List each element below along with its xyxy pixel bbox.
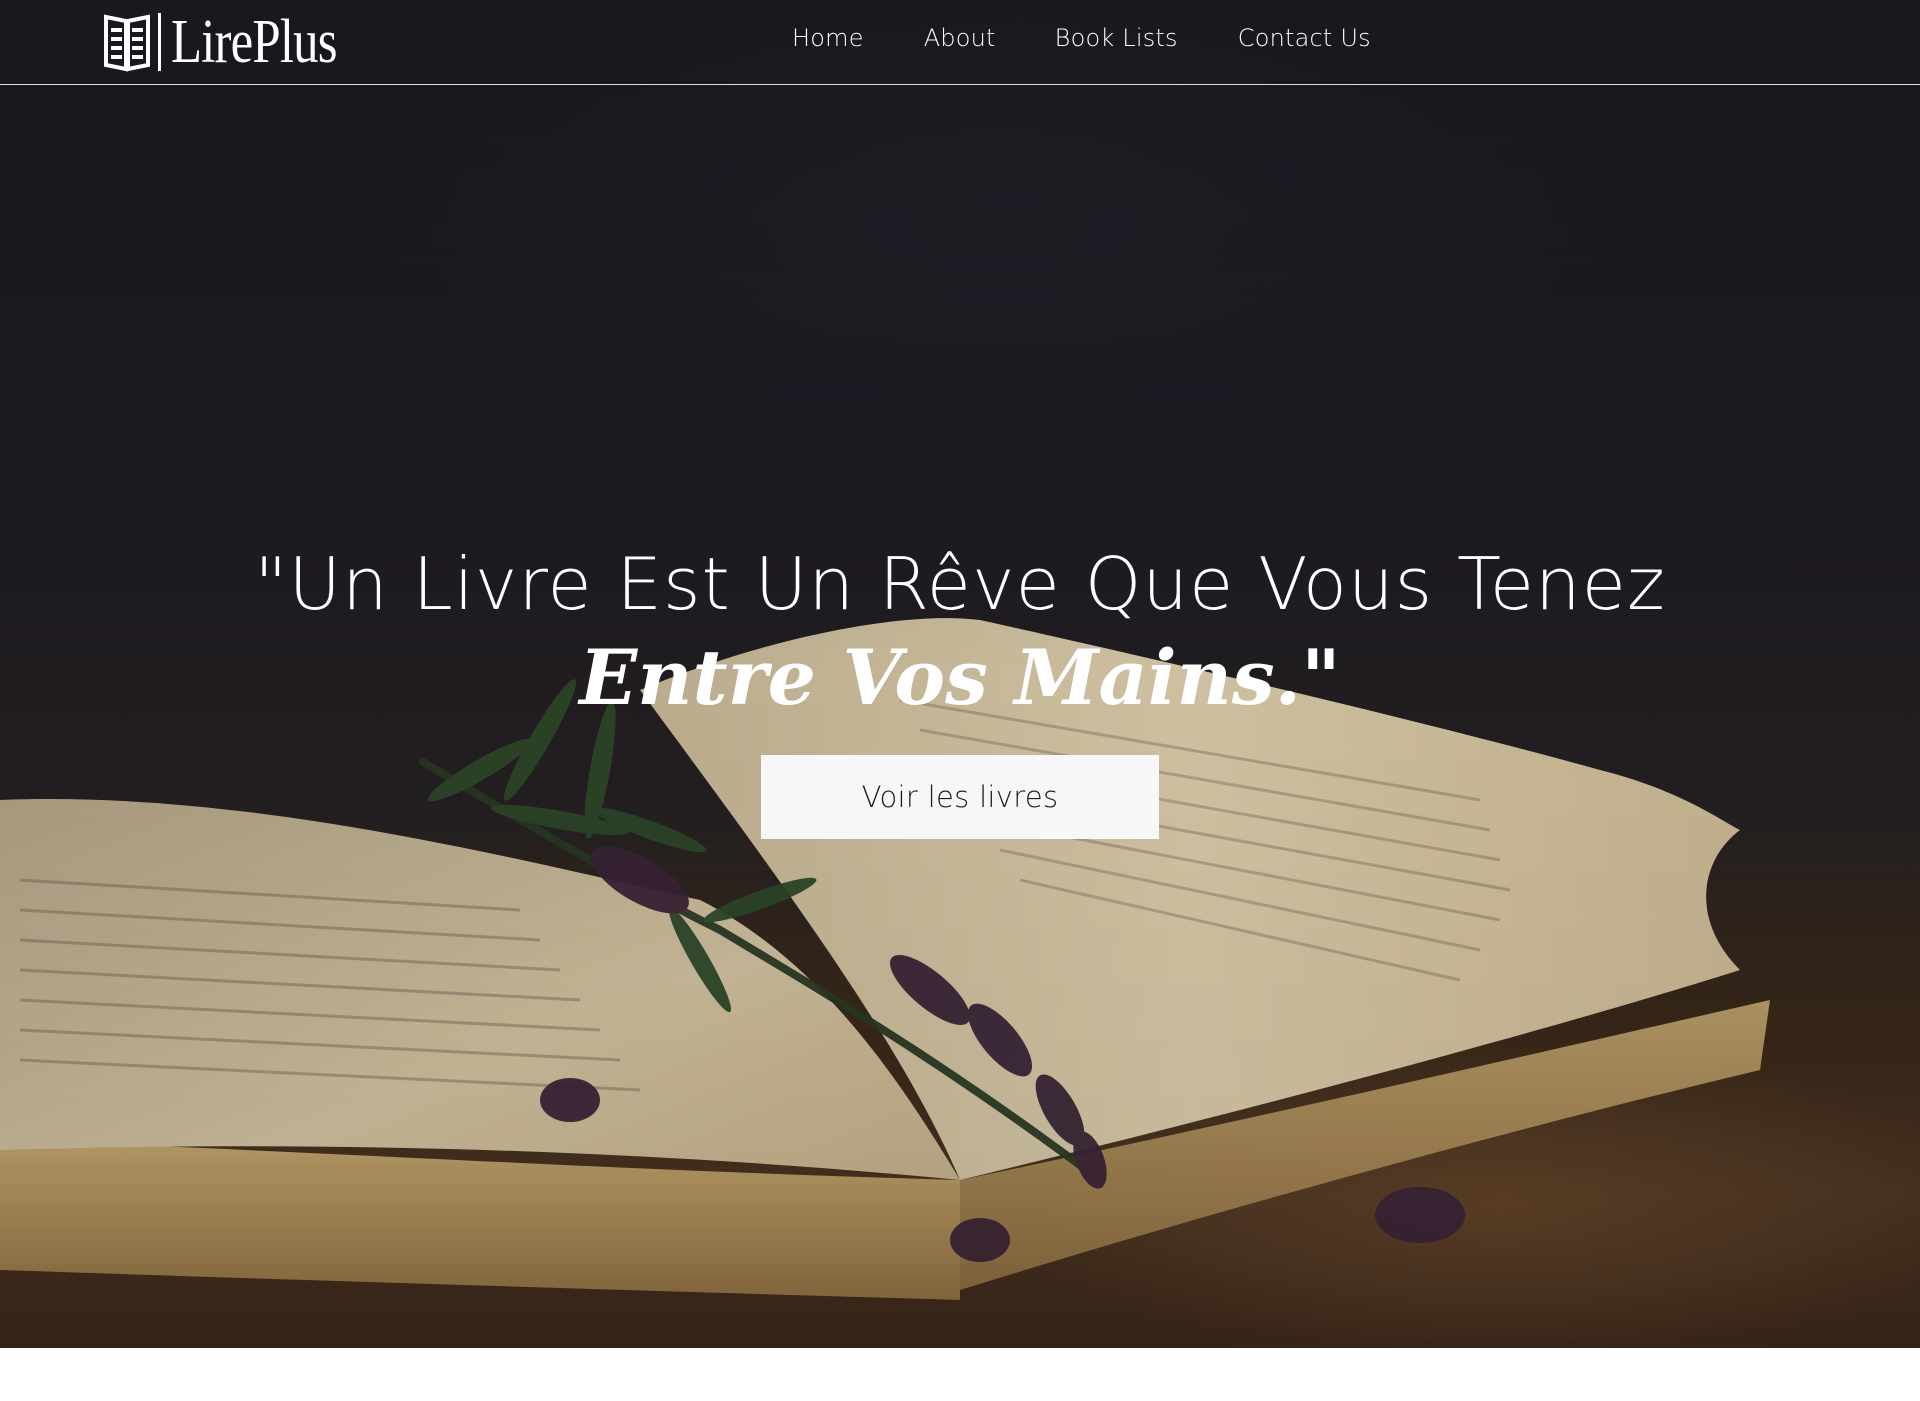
brand-divider [158,13,161,71]
nav-menu: Home About Book Lists Contact Us [792,24,1371,52]
hero-content: "Un Livre Est Un Rêve Que Vous Tenez Ent… [0,540,1920,839]
nav-item-book-lists: Book Lists [1055,24,1178,52]
nav-item-about: About [924,24,996,52]
hero-quote-line-1: "Un Livre Est Un Rêve Que Vous Tenez [254,542,1666,626]
navbar: LirePlus Home About Book Lists Contact U… [0,0,1920,85]
nav-item-contact-us: Contact Us [1238,24,1371,52]
open-book-icon [104,11,150,73]
nav-link-book-lists[interactable]: Book Lists [1055,24,1178,52]
nav-link-contact-us[interactable]: Contact Us [1238,24,1371,52]
brand-name: LirePlus [171,8,338,76]
nav-link-home[interactable]: Home [792,24,864,52]
brand-logo-link[interactable]: LirePlus [104,9,373,75]
view-books-button[interactable]: Voir les livres [761,755,1159,839]
hero-quote-line-2: Entre Vos Mains." [579,633,1341,722]
nav-link-about[interactable]: About [924,24,996,52]
nav-item-home: Home [792,24,864,52]
